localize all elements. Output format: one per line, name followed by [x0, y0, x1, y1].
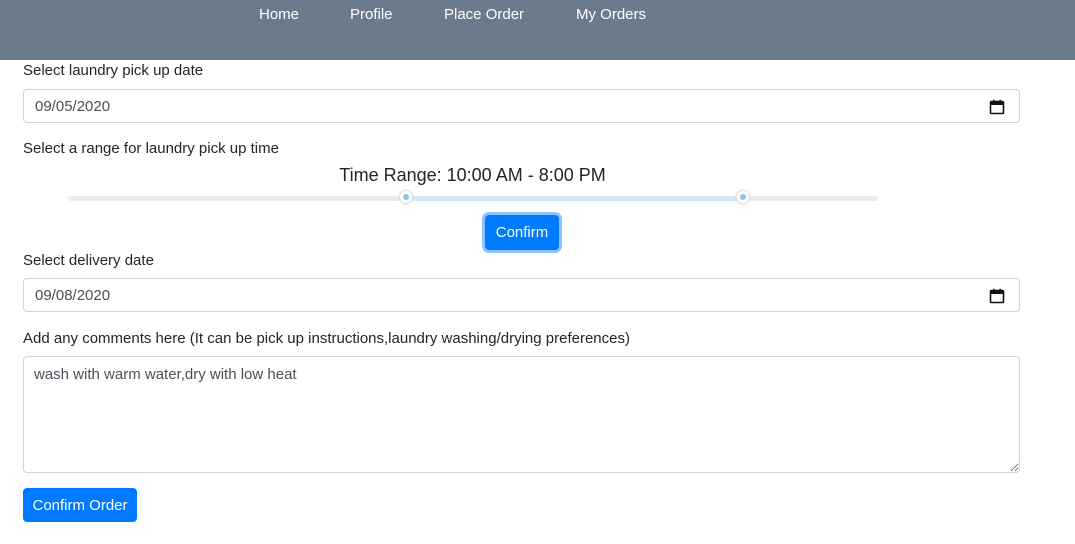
- nav-profile-link[interactable]: Profile: [350, 6, 393, 23]
- time-range-end-handle[interactable]: [736, 190, 750, 204]
- time-range-start-handle[interactable]: [399, 190, 413, 204]
- delivery-date-input[interactable]: 09/08/2020: [23, 278, 1020, 312]
- delivery-date-label: Select delivery date: [23, 252, 154, 269]
- confirm-time-range-button[interactable]: Confirm: [485, 215, 559, 250]
- nav-home-link[interactable]: Home: [259, 6, 299, 23]
- delivery-date-value: 09/08/2020: [35, 287, 111, 304]
- pickup-date-input[interactable]: 09/05/2020: [23, 89, 1020, 123]
- time-range-label: Select a range for laundry pick up time: [23, 140, 279, 157]
- nav-place-order-link[interactable]: Place Order: [444, 6, 524, 23]
- time-range-slider-fill: [406, 196, 743, 201]
- comments-label: Add any comments here (It can be pick up…: [23, 330, 630, 347]
- pickup-date-value: 09/05/2020: [35, 98, 111, 115]
- comments-textarea[interactable]: wash with warm water,dry with low heat: [23, 356, 1020, 473]
- time-range-display: Time Range: 10:00 AM - 8:00 PM: [339, 165, 606, 185]
- calendar-icon[interactable]: [989, 288, 1005, 304]
- pickup-date-label: Select laundry pick up date: [23, 62, 204, 79]
- nav-my-orders-link[interactable]: My Orders: [576, 6, 646, 23]
- calendar-icon[interactable]: [989, 99, 1005, 115]
- confirm-order-button[interactable]: Confirm Order: [23, 488, 137, 522]
- navbar: Home Profile Place Order My Orders: [0, 0, 1075, 60]
